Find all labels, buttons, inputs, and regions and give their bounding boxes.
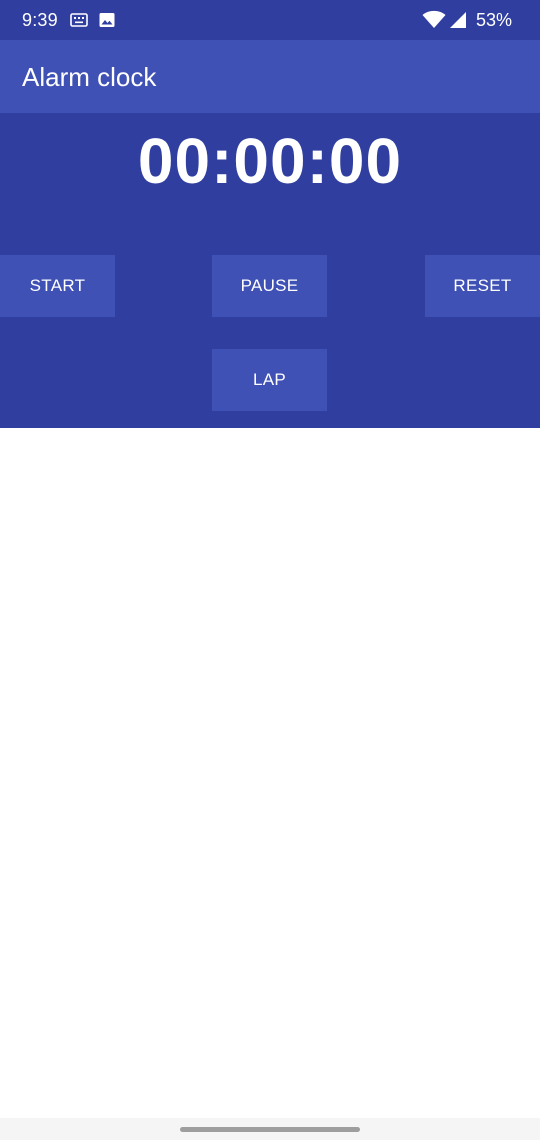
keyboard-icon (70, 13, 88, 27)
navigation-bar (0, 1118, 540, 1140)
app-bar: Alarm clock (0, 40, 540, 113)
app-title: Alarm clock (22, 62, 157, 92)
timer-display: 00:00:00 (137, 125, 403, 197)
home-gesture-handle[interactable] (180, 1127, 360, 1132)
reset-button[interactable]: RESET (425, 255, 540, 317)
pause-button[interactable]: PAUSE (212, 255, 327, 317)
battery-percentage: 53% (475, 10, 512, 30)
status-time: 9:39 (22, 10, 58, 30)
wifi-icon (422, 10, 446, 28)
signal-icon (450, 12, 466, 28)
lap-list-area (0, 428, 540, 1118)
screen: 9:39 53% Alarm clock 00:00:00 START PAUS… (0, 0, 540, 1140)
start-button[interactable]: START (0, 255, 115, 317)
stopwatch-panel: 00:00:00 START PAUSE RESET LAP (0, 113, 540, 428)
image-icon (99, 13, 115, 27)
lap-button[interactable]: LAP (212, 349, 327, 411)
status-bar: 9:39 53% (0, 0, 540, 40)
